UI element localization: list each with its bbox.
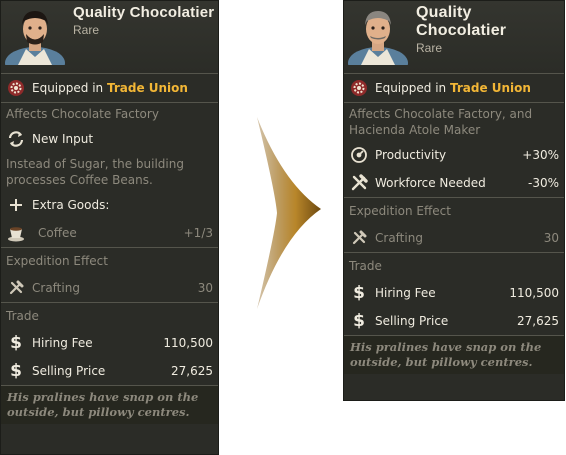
hiring-fee-label: Hiring Fee: [375, 286, 436, 300]
crafting-row: Crafting 30: [1, 274, 218, 302]
new-input-description: Instead of Sugar, the building processes…: [6, 157, 184, 187]
plus-icon: [6, 195, 26, 215]
new-input-label: New Input: [32, 132, 94, 146]
productivity-label: Productivity: [375, 148, 447, 162]
dollar-icon: $: [10, 361, 22, 381]
hiring-fee-label: Hiring Fee: [32, 336, 93, 350]
equipped-building: Trade Union: [106, 81, 188, 95]
coffee-value: +1/3: [183, 226, 213, 240]
portrait-grey-hair-icon: [348, 11, 408, 65]
expedition-effect-title: Expedition Effect: [349, 204, 451, 218]
item-tooltip-after: Quality Chocolatier Rare Equipped in Tra…: [343, 0, 565, 401]
selling-price-row: $ Selling Price 27,625: [344, 307, 564, 335]
productivity-row: Productivity +30%: [344, 141, 564, 169]
portrait-dark-hair-icon: [5, 11, 65, 65]
crafting-row: Crafting 30: [344, 224, 564, 252]
gear-badge-icon: [6, 78, 26, 98]
selling-price-label: Selling Price: [375, 314, 449, 328]
equipped-prefix: Equipped in: [375, 81, 447, 95]
crafting-label: Crafting: [32, 281, 80, 295]
new-input-row: New Input: [1, 125, 218, 153]
expedition-effect-title: Expedition Effect: [6, 254, 108, 268]
gear-badge-icon: [349, 78, 369, 98]
item-rarity: Rare: [416, 41, 443, 55]
equipped-row: Equipped in Trade Union: [344, 74, 564, 102]
item-name: Quality Chocolatier: [416, 4, 507, 39]
hammer-wrench-icon: [6, 278, 26, 298]
selling-price-value: 27,625: [171, 364, 213, 378]
tooltip-header: Quality Chocolatier Rare: [344, 1, 564, 73]
extra-goods-row: Extra Goods:: [1, 191, 218, 219]
workforce-value: -30%: [527, 176, 559, 190]
selling-price-label: Selling Price: [32, 364, 106, 378]
hiring-fee-row: $ Hiring Fee 110,500: [344, 279, 564, 307]
dollar-icon: $: [10, 333, 22, 353]
hiring-fee-row: $ Hiring Fee 110,500: [1, 329, 218, 357]
flavor-text: His pralines have snap on the outside, b…: [7, 390, 199, 419]
hiring-fee-value: 110,500: [163, 336, 213, 350]
coffee-label: Coffee: [38, 226, 77, 240]
coffee-row: Coffee +1/3: [1, 219, 218, 247]
tooltip-header: Quality Chocolatier Rare: [1, 1, 218, 73]
gauge-icon: [349, 145, 369, 165]
item-rarity: Rare: [73, 23, 100, 37]
selling-price-row: $ Selling Price 27,625: [1, 357, 218, 385]
coffee-cup-icon: [6, 223, 26, 243]
item-tooltip-before: Quality Chocolatier Rare Equipped in Tra…: [0, 0, 219, 455]
equipped-prefix: Equipped in: [32, 81, 104, 95]
flavor-text: His pralines have snap on the outside, b…: [350, 340, 542, 369]
affects-text: Affects Chocolate Factory, and Hacienda …: [349, 107, 533, 137]
equipped-building: Trade Union: [449, 81, 531, 95]
dollar-icon: $: [353, 283, 365, 303]
selling-price-value: 27,625: [517, 314, 559, 328]
cycle-arrows-icon: [6, 129, 26, 149]
hiring-fee-value: 110,500: [509, 286, 559, 300]
chevron-arrow-icon: [257, 117, 321, 309]
workforce-row: Workforce Needed -30%: [344, 169, 564, 197]
item-name: Quality Chocolatier: [73, 4, 215, 21]
dollar-icon: $: [353, 311, 365, 331]
crafting-value: 30: [543, 231, 559, 245]
crafting-value: 30: [197, 281, 213, 295]
hammer-wrench-icon: [349, 228, 369, 248]
affects-text: Affects Chocolate Factory: [6, 107, 159, 121]
equipped-row: Equipped in Trade Union: [1, 74, 218, 102]
tools-icon: [349, 173, 369, 193]
productivity-value: +30%: [522, 148, 559, 162]
trade-title: Trade: [6, 309, 39, 323]
extra-goods-label: Extra Goods:: [32, 198, 110, 212]
trade-title: Trade: [349, 259, 382, 273]
workforce-label: Workforce Needed: [375, 176, 486, 190]
crafting-label: Crafting: [375, 231, 423, 245]
